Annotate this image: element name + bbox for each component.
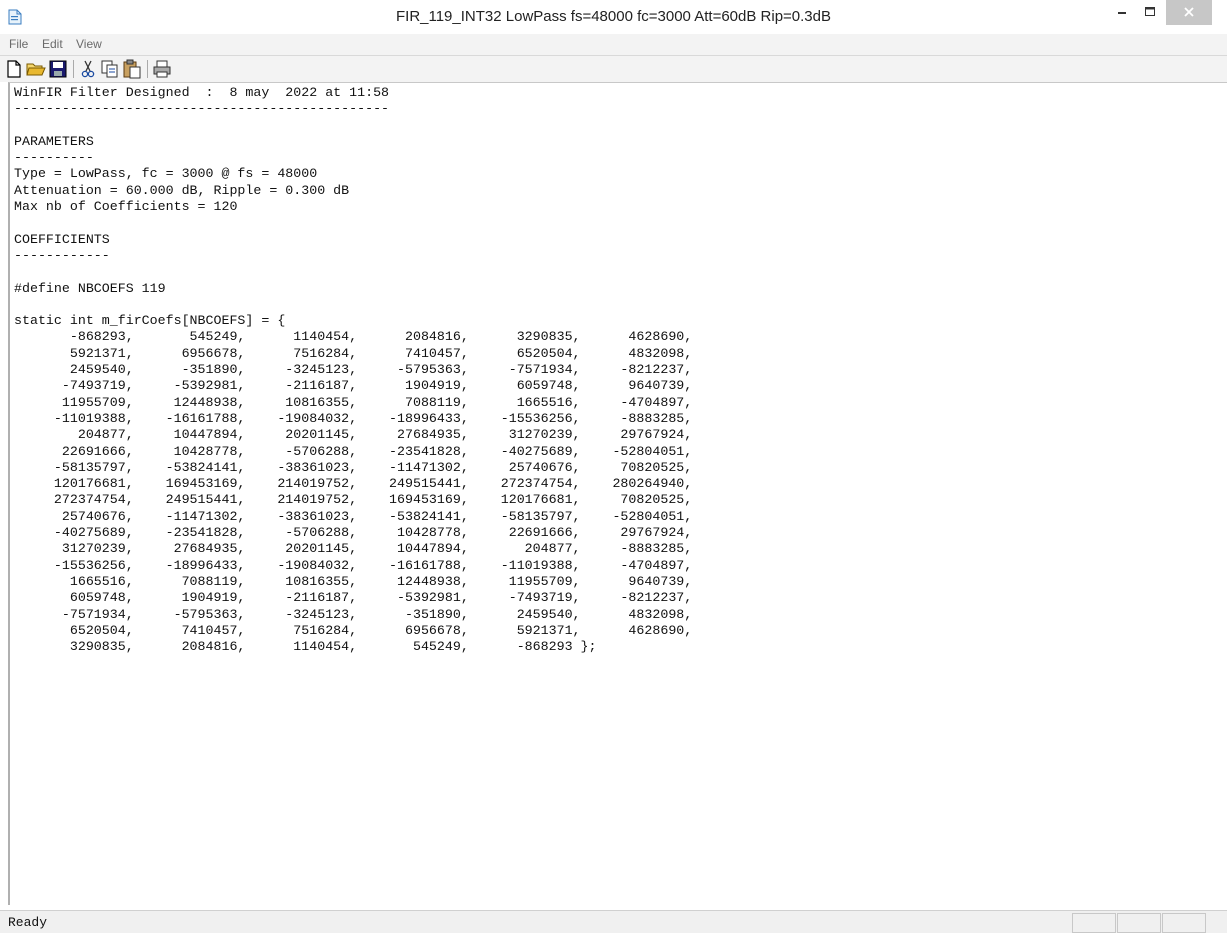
save-button[interactable] bbox=[48, 59, 68, 79]
coef-row: 204877, 10447894, 20201145, 27684935, 31… bbox=[14, 427, 693, 443]
status-text: Ready bbox=[8, 915, 48, 930]
coef-row: 120176681, 169453169, 214019752, 2495154… bbox=[14, 476, 693, 492]
status-bar: Ready bbox=[0, 910, 1227, 933]
cut-button[interactable] bbox=[78, 59, 98, 79]
coef-row: -7571934, -5795363, -3245123, -351890, 2… bbox=[14, 606, 693, 622]
menu-file[interactable]: File bbox=[9, 37, 28, 51]
coefficients-heading: COEFFICIENTS bbox=[14, 231, 110, 247]
document-editor[interactable]: WinFIR Filter Designed : 8 may 2022 at 1… bbox=[8, 82, 1227, 905]
print-icon bbox=[153, 60, 171, 78]
header-rule: ----------------------------------------… bbox=[14, 101, 390, 117]
coef-row: 22691666, 10428778, -5706288, -23541828,… bbox=[14, 443, 693, 459]
coef-row: 11955709, 12448938, 10816355, 7088119, 1… bbox=[14, 394, 693, 410]
coef-row: 2459540, -351890, -3245123, -5795363, -7… bbox=[14, 362, 693, 378]
coef-row: -40275689, -23541828, -5706288, 10428778… bbox=[14, 525, 693, 541]
coef-row: 3290835, 2084816, 1140454, 545249, -8682… bbox=[14, 639, 597, 655]
close-button[interactable] bbox=[1166, 0, 1212, 25]
paste-button[interactable] bbox=[122, 59, 142, 79]
coef-row: 272374754, 249515441, 214019752, 1694531… bbox=[14, 492, 693, 508]
param-type: Type = LowPass, fc = 3000 @ fs = 48000 bbox=[14, 166, 318, 182]
header-line: WinFIR Filter Designed : 8 may 2022 at 1… bbox=[14, 85, 390, 100]
copy-button[interactable] bbox=[100, 59, 120, 79]
maximize-button[interactable] bbox=[1137, 0, 1163, 25]
array-declaration: static int m_firCoefs[NBCOEFS] = { bbox=[14, 313, 286, 329]
coef-row: 5921371, 6956678, 7516284, 7410457, 6520… bbox=[14, 345, 693, 361]
print-button[interactable] bbox=[152, 59, 172, 79]
status-pane bbox=[1162, 913, 1206, 933]
coef-row: -868293, 545249, 1140454, 2084816, 32908… bbox=[14, 329, 693, 345]
coef-row: 25740676, -11471302, -38361023, -5382414… bbox=[14, 508, 693, 524]
coef-row: 6059748, 1904919, -2116187, -5392981, -7… bbox=[14, 590, 693, 606]
coefficients-rule: ------------ bbox=[14, 247, 110, 263]
minimize-button[interactable] bbox=[1109, 0, 1135, 25]
toolbar-separator bbox=[147, 60, 148, 78]
close-icon bbox=[1184, 7, 1194, 17]
cut-scissors-icon bbox=[81, 60, 95, 78]
open-button[interactable] bbox=[26, 59, 46, 79]
coef-row: -7493719, -5392981, -2116187, 1904919, 6… bbox=[14, 378, 693, 394]
coef-row: 31270239, 27684935, 20201145, 10447894, … bbox=[14, 541, 693, 557]
coef-row: -11019388, -16161788, -19084032, -189964… bbox=[14, 410, 693, 426]
status-pane bbox=[1072, 913, 1116, 933]
copy-icon bbox=[101, 60, 118, 78]
open-folder-icon bbox=[26, 63, 46, 76]
param-attenuation: Attenuation = 60.000 dB, Ripple = 0.300 … bbox=[14, 182, 350, 198]
param-max-coefs: Max nb of Coefficients = 120 bbox=[14, 199, 238, 215]
minimize-icon bbox=[1118, 12, 1126, 14]
menu-view[interactable]: View bbox=[76, 37, 102, 51]
new-document-icon bbox=[7, 60, 21, 78]
toolbar-separator bbox=[73, 60, 74, 78]
document-text: WinFIR Filter Designed : 8 may 2022 at 1… bbox=[14, 85, 692, 655]
toolbar bbox=[0, 56, 1227, 82]
coef-row: 6520504, 7410457, 7516284, 6956678, 5921… bbox=[14, 622, 693, 638]
coef-row: -15536256, -18996433, -19084032, -161617… bbox=[14, 557, 693, 573]
menu-bar: File Edit View bbox=[0, 34, 1227, 56]
menu-edit[interactable]: Edit bbox=[42, 37, 63, 51]
window-title: FIR_119_INT32 LowPass fs=48000 fc=3000 A… bbox=[395, 8, 831, 25]
define-line: #define NBCOEFS 119 bbox=[14, 280, 166, 296]
paste-icon bbox=[123, 59, 141, 79]
title-bar: FIR_119_INT32 LowPass fs=48000 fc=3000 A… bbox=[0, 0, 1227, 35]
status-pane bbox=[1117, 913, 1161, 933]
save-disk-icon bbox=[49, 60, 67, 78]
parameters-rule: ---------- bbox=[14, 150, 94, 166]
coef-row: 1665516, 7088119, 10816355, 12448938, 11… bbox=[14, 573, 693, 589]
new-document-button[interactable] bbox=[4, 59, 24, 79]
coef-row: -58135797, -53824141, -38361023, -114713… bbox=[14, 459, 693, 475]
parameters-heading: PARAMETERS bbox=[14, 133, 94, 149]
